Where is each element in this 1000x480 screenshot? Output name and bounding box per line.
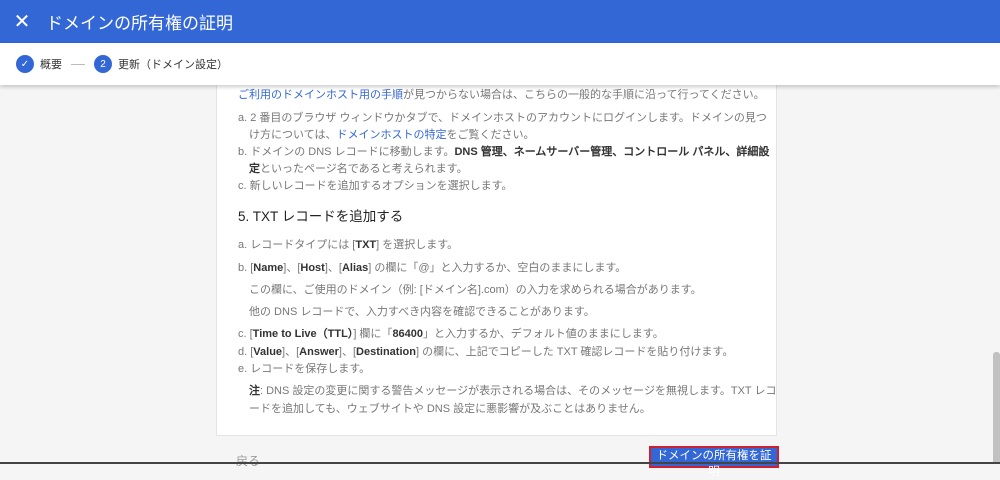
t: ]、[: [282, 346, 300, 358]
text: b. ドメインの DNS レコードに移動します。: [238, 146, 455, 158]
instructions-card: ご利用のドメインホスト用の手順が見つからない場合は、こちらの一般的な手順に沿って…: [216, 70, 777, 436]
back-button[interactable]: 戻る: [236, 452, 260, 469]
t: ] の欄に「@」と入力するか、空白のままにします。: [368, 262, 627, 274]
b: Time to Live（TTL）: [252, 328, 354, 340]
b: Answer: [299, 346, 339, 358]
step-number: 2: [94, 55, 112, 73]
step4-c: c. 新しいレコードを追加するオプションを選択します。: [238, 180, 513, 192]
b: Destination: [356, 346, 416, 358]
b: Value: [253, 346, 283, 358]
b: Alias: [341, 262, 369, 274]
step4-a-line1: a. 2 番目のブラウザ ウィンドウかタブで、ドメインホストのアカウントにログイ…: [238, 112, 767, 124]
step-divider: [71, 63, 85, 65]
text: け方については、: [249, 129, 337, 141]
intro: ご利用のドメインホスト用の手順が見つからない場合は、こちらの一般的な手順に沿って…: [238, 86, 765, 102]
bold-text: 定: [249, 163, 260, 175]
page-title: ドメインの所有権の証明: [46, 14, 233, 33]
t: ]、[: [324, 262, 342, 274]
step4-b-line2: 定といったページ名であると考えられます。: [249, 160, 468, 176]
t: ] 欄に「: [353, 328, 393, 340]
b: TXT: [355, 239, 377, 251]
note-line2: ードを追加しても、ウェブサイトや DNS 設定に悪影響が及ぶことはありません。: [249, 403, 651, 415]
t: ] を選択します。: [376, 239, 459, 251]
b: Host: [300, 262, 325, 274]
step5-d: d. [Value]、[Answer]、[Destination] の欄に、上記…: [238, 343, 733, 359]
bold-text: DNS 管理、ネームサーバー管理、コントロール パネル、詳細設: [454, 146, 770, 158]
step5-e: e. レコードを保存します。: [238, 363, 371, 375]
host-instructions-link[interactable]: ご利用のドメインホスト用の手順: [238, 89, 403, 101]
step5-a: a. レコードタイプには [TXT] を選択します。: [238, 236, 458, 252]
close-icon[interactable]: ✕: [0, 9, 44, 34]
step5-c: c. [Time to Live（TTL）] 欄に「86400」と入力するか、デ…: [238, 325, 664, 341]
t: c. [: [238, 328, 253, 340]
t: d. [: [238, 346, 254, 358]
note-line1: 注: DNS 設定の変更に関する警告メッセージが表示される場合は、そのメッセージ…: [249, 382, 776, 398]
verify-ownership-button[interactable]: ドメインの所有権を証明: [649, 446, 779, 478]
step4-b-line1: b. ドメインの DNS レコードに移動します。DNS 管理、ネームサーバー管理…: [238, 143, 769, 159]
text: をご覧ください。: [446, 129, 535, 141]
header: ✕ ドメインの所有権の証明: [0, 0, 1000, 43]
t: ]、[: [283, 262, 301, 274]
step5-b: b. [Name]、[Host]、[Alias] の欄に「@」と入力するか、空白…: [238, 259, 626, 275]
t: 」と入力するか、デフォルト値のままにします。: [423, 328, 664, 340]
step5-b-note2: 他の DNS レコードで、入力すべき内容を確認できることがあります。: [249, 306, 595, 318]
step5-b-note1: この欄に、ご使用のドメイン（例: [ドメイン名].com）の入力を求められる場合…: [249, 284, 702, 296]
section5-heading: 5. TXT レコードを追加する: [238, 209, 404, 224]
note-label: 注: [249, 385, 260, 397]
stepper: ✓ 概要 2 更新（ドメイン設定）: [0, 43, 1000, 85]
intro-text: が見つからない場合は、こちらの一般的な手順に沿って行ってください。: [403, 89, 765, 101]
b: Name: [253, 262, 284, 274]
t: ] の欄に、上記でコピーした TXT 確認レコードを貼り付けます。: [415, 346, 734, 358]
check-icon: ✓: [16, 55, 34, 73]
step4-a-line2: け方については、ドメインホストの特定をご覧ください。: [249, 126, 534, 142]
t: b. [: [238, 262, 254, 274]
text: といったページ名であると考えられます。: [260, 163, 468, 175]
t: ]、[: [338, 346, 357, 358]
identify-host-link[interactable]: ドメインホストの特定: [336, 129, 446, 141]
step-update: 更新（ドメイン設定）: [118, 59, 228, 71]
t: a. レコードタイプには [: [238, 239, 356, 251]
step-overview[interactable]: 概要: [40, 56, 62, 72]
scrollbar-thumb[interactable]: [993, 352, 1000, 464]
t: : DNS 設定の変更に関する警告メッセージが表示される場合は、そのメッセージを…: [260, 385, 777, 397]
b: 86400: [392, 328, 424, 340]
